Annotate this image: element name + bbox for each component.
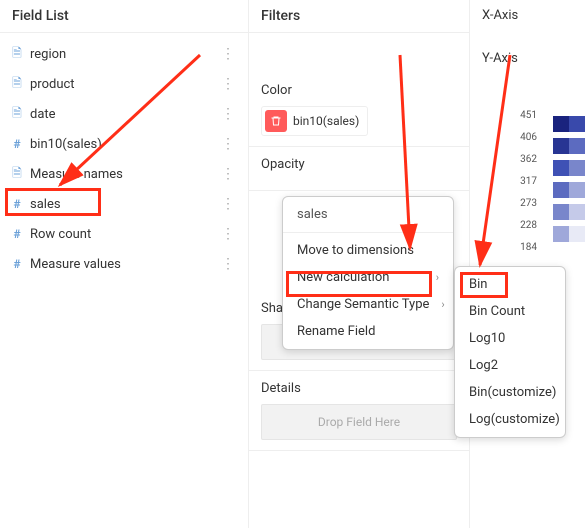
field-item-label: region [30, 47, 217, 62]
heatmap-cell [553, 116, 569, 132]
submenu-log2[interactable]: Log2 [455, 352, 565, 379]
heatmap-row [553, 226, 585, 242]
details-dropzone[interactable]: Drop Field Here [261, 404, 457, 440]
y-tick: 273 [520, 198, 537, 209]
chevron-right-icon: › [441, 298, 444, 311]
field-item-date[interactable]: 🗎 date⋮ [0, 99, 248, 129]
opacity-header: Opacity [261, 157, 457, 172]
document-icon: 🗎 [10, 74, 24, 95]
heatmap-cell [553, 160, 569, 176]
y-tick: 317 [520, 176, 537, 187]
field-item-label: Row count [30, 227, 217, 242]
menu-move-to-dimensions[interactable]: Move to dimensions [283, 237, 453, 264]
heatmap-cell [569, 160, 585, 176]
heatmap-cell [569, 226, 585, 242]
menu-rename-field[interactable]: Rename Field [283, 318, 453, 345]
field-item-product[interactable]: 🗎 product⋮ [0, 69, 248, 99]
heatmap-cell [553, 182, 569, 198]
field-item-region[interactable]: 🗎 region⋮ [0, 39, 248, 69]
y-axis-label: Y-Axis [470, 43, 585, 74]
field-item-measure-values[interactable]: # Measure values⋮ [0, 249, 248, 279]
more-icon[interactable]: ⋮ [217, 166, 238, 182]
submenu-bin-customize[interactable]: Bin(customize) [455, 379, 565, 406]
number-icon: # [10, 137, 24, 151]
new-calculation-submenu: Bin Bin Count Log10 Log2 Bin(customize) … [454, 266, 566, 438]
field-item-row-count[interactable]: # Row count⋮ [0, 219, 248, 249]
color-header: Color [261, 83, 457, 98]
more-icon[interactable]: ⋮ [217, 136, 238, 152]
submenu-bin-count[interactable]: Bin Count [455, 298, 565, 325]
x-axis-label: X-Axis [470, 0, 585, 31]
number-icon: # [10, 197, 24, 211]
menu-title: sales [283, 201, 453, 228]
heatmap-cell [553, 138, 569, 154]
heatmap-cell [569, 182, 585, 198]
filters-header: Filters [249, 0, 469, 33]
heatmap-row [553, 160, 585, 176]
delete-icon[interactable] [265, 110, 287, 132]
more-icon[interactable]: ⋮ [217, 196, 238, 212]
field-item-label: date [30, 107, 217, 122]
more-icon[interactable]: ⋮ [217, 76, 238, 92]
color-pill-label: bin10(sales) [293, 114, 359, 128]
number-icon: # [10, 227, 24, 241]
heatmap-cell [569, 138, 585, 154]
y-tick: 228 [520, 220, 537, 231]
field-item-measure-names[interactable]: 🗎 Measure names⋮ [0, 159, 248, 189]
field-list-header: Field List [0, 0, 248, 33]
menu-change-semantic-type[interactable]: Change Semantic Type› [283, 291, 453, 318]
heatmap-row [553, 204, 585, 220]
field-list: 🗎region⋮🗎product⋮🗎date⋮#bin10(sales)⋮🗎Me… [0, 33, 248, 285]
heatmap-cell [553, 226, 569, 242]
heatmap-row [553, 182, 585, 198]
field-item-sales[interactable]: # sales⋮ [0, 189, 248, 219]
document-icon: 🗎 [10, 164, 24, 185]
y-tick: 184 [520, 242, 537, 253]
submenu-log-customize[interactable]: Log(customize) [455, 406, 565, 433]
y-tick: 406 [520, 132, 537, 143]
field-item-label: bin10(sales) [30, 137, 217, 152]
heatmap-cell [553, 204, 569, 220]
submenu-log10[interactable]: Log10 [455, 325, 565, 352]
heatmap-cell [569, 116, 585, 132]
field-item-label: Measure values [30, 257, 217, 272]
document-icon: 🗎 [10, 44, 24, 65]
field-item-label: sales [30, 197, 217, 212]
heatmap-row [553, 116, 585, 132]
y-tick: 451 [520, 110, 537, 121]
details-header: Details [261, 381, 457, 396]
number-icon: # [10, 257, 24, 271]
document-icon: 🗎 [10, 104, 24, 125]
field-item-bin10-sales-[interactable]: # bin10(sales)⋮ [0, 129, 248, 159]
field-context-menu: sales Move to dimensions New calculation… [282, 196, 454, 350]
more-icon[interactable]: ⋮ [217, 106, 238, 122]
field-item-label: product [30, 77, 217, 92]
heatmap-cell [569, 204, 585, 220]
submenu-bin[interactable]: Bin [455, 271, 565, 298]
menu-new-calculation[interactable]: New calculation› [283, 264, 453, 291]
more-icon[interactable]: ⋮ [217, 226, 238, 242]
heatmap-row [553, 138, 585, 154]
more-icon[interactable]: ⋮ [217, 46, 238, 62]
chevron-right-icon: › [436, 271, 439, 284]
field-item-label: Measure names [30, 167, 217, 182]
more-icon[interactable]: ⋮ [217, 256, 238, 272]
y-tick: 362 [520, 154, 537, 165]
color-pill[interactable]: bin10(sales) [261, 106, 368, 136]
